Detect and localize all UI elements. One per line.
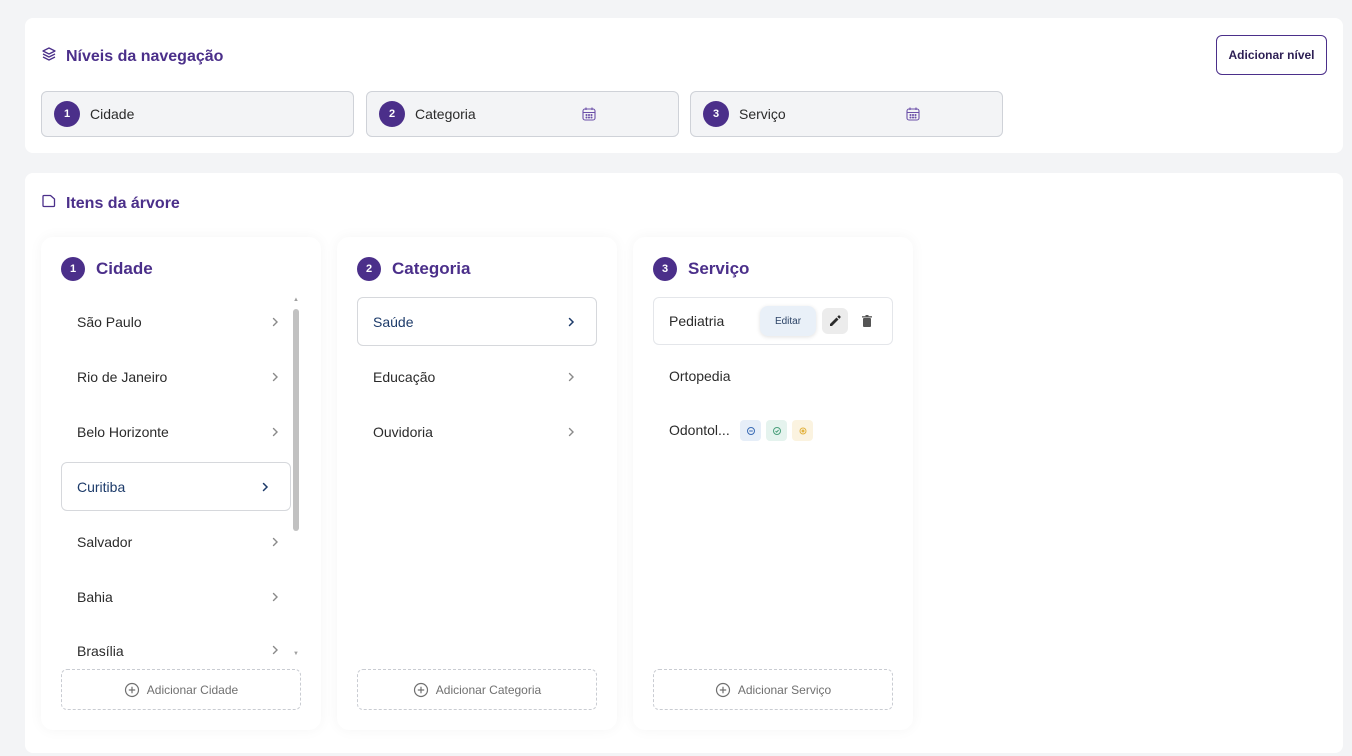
mini-action-green-icon[interactable] bbox=[766, 420, 787, 441]
item-label: Educação bbox=[373, 368, 436, 385]
list-item-odontologia[interactable]: Odontol... bbox=[653, 405, 893, 454]
chevron-right-icon bbox=[272, 317, 278, 327]
item-label: Salvador bbox=[77, 533, 133, 550]
column-title: Cidade bbox=[96, 259, 153, 278]
level-number-badge: 1 bbox=[54, 101, 80, 127]
level-number-badge: 3 bbox=[703, 101, 729, 127]
column-header: 2 Categoria bbox=[357, 257, 470, 281]
column-servico: 3 Serviço Pediatria Editar Ortopedia Odo… bbox=[633, 237, 913, 730]
tree-items-card: Itens da árvore 1 Cidade São Paulo Rio d… bbox=[25, 173, 1343, 753]
item-label: Bahia bbox=[77, 588, 113, 605]
level-pill-categoria[interactable]: 2 Categoria bbox=[366, 91, 679, 137]
tree-items-title: Itens da árvore bbox=[66, 194, 180, 212]
list-item-curitiba[interactable]: Curitiba bbox=[61, 462, 291, 511]
level-label: Categoria bbox=[415, 106, 476, 122]
navigation-levels-title: Níveis da navegação bbox=[66, 47, 224, 65]
level-pill-servico[interactable]: 3 Serviço bbox=[690, 91, 1003, 137]
chevron-right-icon bbox=[272, 645, 278, 655]
chevron-right-icon bbox=[568, 317, 575, 327]
mini-action-blue-icon[interactable] bbox=[740, 420, 761, 441]
edit-tooltip: Editar bbox=[760, 306, 816, 336]
plus-circle-icon bbox=[413, 682, 428, 697]
pencil-icon bbox=[830, 315, 841, 326]
item-label: Belo Horizonte bbox=[77, 423, 169, 440]
list-item-rio-de-janeiro[interactable]: Rio de Janeiro bbox=[61, 352, 301, 401]
add-cidade-button[interactable]: Adicionar Cidade bbox=[61, 669, 301, 710]
calendar-icon[interactable] bbox=[581, 106, 597, 122]
list-item-salvador[interactable]: Salvador bbox=[61, 517, 301, 566]
column-number-badge: 1 bbox=[61, 257, 85, 281]
chevron-right-icon bbox=[272, 537, 278, 547]
column-number-badge: 2 bbox=[357, 257, 381, 281]
chevron-right-icon bbox=[272, 372, 278, 382]
folder-icon bbox=[41, 193, 57, 214]
edit-button[interactable] bbox=[822, 308, 848, 334]
mini-action-yellow-icon[interactable] bbox=[792, 420, 813, 441]
calendar-icon[interactable] bbox=[905, 106, 921, 122]
list-item-pediatria[interactable]: Pediatria Editar bbox=[653, 297, 893, 345]
item-label: Curitiba bbox=[77, 478, 126, 495]
level-number-badge: 2 bbox=[379, 101, 405, 127]
tree-items-header: Itens da árvore bbox=[41, 193, 180, 214]
item-mini-actions bbox=[740, 420, 813, 441]
list-item-saude[interactable]: Saúde bbox=[357, 297, 597, 346]
scroll-down-arrow-icon[interactable]: ▼ bbox=[293, 651, 299, 657]
item-label: Brasília bbox=[77, 643, 124, 657]
item-label: Ortopedia bbox=[669, 367, 731, 384]
add-button-label: Adicionar Categoria bbox=[435, 682, 542, 697]
column-title: Serviço bbox=[688, 259, 750, 278]
item-label: Odontol... bbox=[669, 421, 730, 438]
item-actions: Editar bbox=[760, 306, 880, 336]
list-item-brasilia[interactable]: Brasília bbox=[61, 627, 301, 657]
navigation-levels-card: Níveis da navegação Adicionar nível 1 Ci… bbox=[25, 18, 1343, 153]
chevron-right-icon bbox=[272, 427, 278, 437]
column-categoria: 2 Categoria Saúde Educação Ouvidoria Adi… bbox=[337, 237, 617, 730]
add-servico-button[interactable]: Adicionar Serviço bbox=[653, 669, 893, 710]
scroll-up-arrow-icon[interactable]: ▲ bbox=[293, 297, 299, 303]
list-item-sao-paulo[interactable]: São Paulo bbox=[61, 297, 301, 346]
scrollbar-thumb[interactable] bbox=[293, 309, 299, 531]
chevron-right-icon bbox=[262, 482, 269, 492]
item-label: Saúde bbox=[373, 313, 414, 330]
item-label: Pediatria bbox=[669, 313, 725, 329]
delete-button[interactable] bbox=[854, 308, 880, 334]
level-pill-cidade[interactable]: 1 Cidade bbox=[41, 91, 354, 137]
item-label: Ouvidoria bbox=[373, 423, 433, 440]
item-label: Rio de Janeiro bbox=[77, 368, 168, 385]
navigation-levels-header: Níveis da navegação bbox=[41, 46, 223, 67]
add-level-button[interactable]: Adicionar nível bbox=[1216, 35, 1327, 75]
plus-circle-icon bbox=[124, 682, 139, 697]
column-header: 3 Serviço bbox=[653, 257, 749, 281]
column-cidade: 1 Cidade São Paulo Rio de Janeiro Belo H… bbox=[41, 237, 321, 730]
level-label: Cidade bbox=[90, 106, 135, 122]
level-label: Serviço bbox=[739, 106, 786, 122]
chevron-right-icon bbox=[272, 592, 278, 602]
list-item-ouvidoria[interactable]: Ouvidoria bbox=[357, 407, 597, 456]
add-categoria-button[interactable]: Adicionar Categoria bbox=[357, 669, 597, 710]
list-item-ortopedia[interactable]: Ortopedia bbox=[653, 351, 893, 400]
vertical-scrollbar[interactable]: ▲ ▼ bbox=[291, 297, 301, 657]
column-header: 1 Cidade bbox=[61, 257, 153, 281]
layers-icon bbox=[41, 46, 57, 67]
add-button-label: Adicionar Cidade bbox=[146, 682, 239, 697]
list-item-bahia[interactable]: Bahia bbox=[61, 572, 301, 621]
plus-circle-icon bbox=[715, 682, 730, 697]
chevron-right-icon bbox=[568, 372, 574, 382]
list-item-educacao[interactable]: Educação bbox=[357, 352, 597, 401]
add-button-label: Adicionar Serviço bbox=[737, 682, 832, 697]
column-title: Categoria bbox=[392, 259, 471, 278]
item-label: São Paulo bbox=[77, 313, 142, 330]
chevron-right-icon bbox=[568, 427, 574, 437]
column-number-badge: 3 bbox=[653, 257, 677, 281]
list-item-belo-horizonte[interactable]: Belo Horizonte bbox=[61, 407, 301, 456]
trash-icon bbox=[862, 315, 872, 327]
